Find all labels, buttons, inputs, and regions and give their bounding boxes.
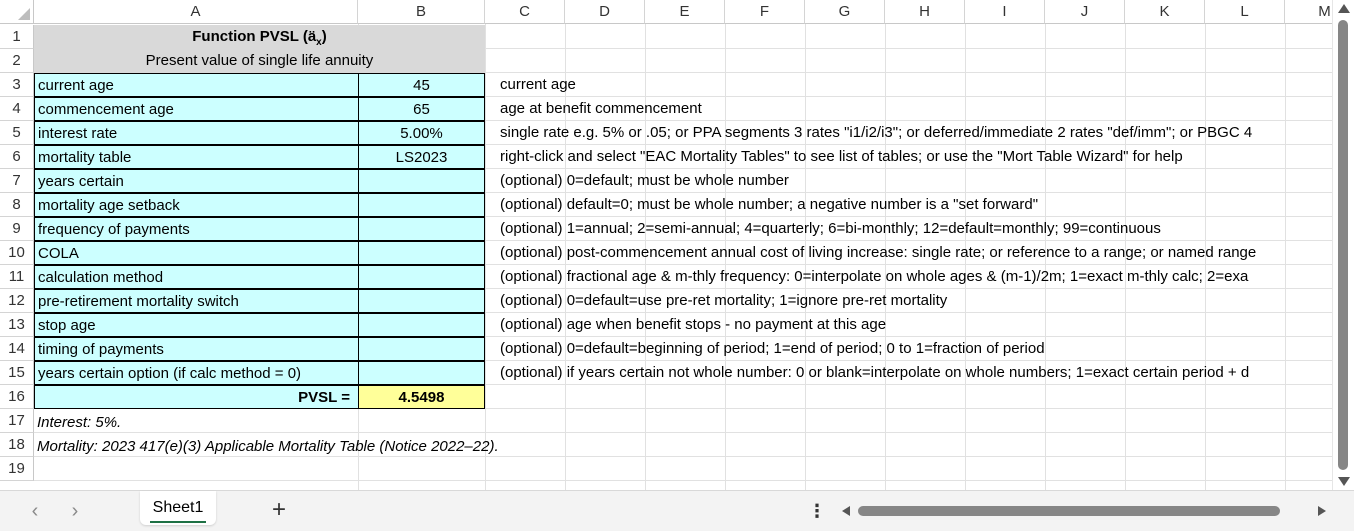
row-header-15[interactable]: 15 (0, 361, 34, 385)
parameter-value-cell[interactable] (358, 361, 485, 385)
select-all-corner[interactable] (0, 0, 34, 24)
parameter-value-cell[interactable] (358, 313, 485, 337)
column-header-m[interactable]: M (1285, 0, 1332, 24)
vertical-scrollbar[interactable] (1332, 0, 1354, 490)
sheet-tab-sheet1[interactable]: Sheet1 (140, 491, 216, 525)
parameter-description[interactable]: (optional) 0=default; must be whole numb… (497, 169, 1332, 193)
parameter-value-cell[interactable] (358, 169, 485, 193)
parameter-value-cell[interactable]: 45 (358, 73, 485, 97)
parameter-value-cell[interactable]: 5.00% (358, 121, 485, 145)
row-header-3[interactable]: 3 (0, 73, 34, 97)
column-header-a[interactable]: A (34, 0, 358, 24)
parameter-description[interactable]: current age (497, 73, 1332, 97)
result-label[interactable]: PVSL = (34, 385, 359, 409)
parameter-label[interactable]: interest rate (34, 121, 359, 145)
parameter-label[interactable]: commencement age (34, 97, 359, 121)
parameter-label[interactable]: COLA (34, 241, 359, 265)
row-header-7[interactable]: 7 (0, 169, 34, 193)
parameter-value-cell[interactable]: LS2023 (358, 145, 485, 169)
scroll-up-icon[interactable] (1338, 4, 1350, 13)
row-header-6[interactable]: 6 (0, 145, 34, 169)
sheet-tab-label: Sheet1 (152, 499, 204, 516)
parameter-description[interactable]: age at benefit commencement (497, 97, 1332, 121)
column-header-h[interactable]: H (885, 0, 965, 24)
mortality-note[interactable]: Mortality: 2023 417(e)(3) Applicable Mor… (34, 435, 934, 459)
parameter-description[interactable]: (optional) fractional age & m-thly frequ… (497, 265, 1332, 289)
parameter-value-cell[interactable] (358, 217, 485, 241)
parameter-description[interactable]: (optional) age when benefit stops - no p… (497, 313, 1332, 337)
row-header-2[interactable]: 2 (0, 49, 34, 73)
row-header-10[interactable]: 10 (0, 241, 34, 265)
spreadsheet-grid[interactable]: ABCDEFGHIJKLM 1 2 3 4 5 6 7 8 9 10 11 12 13 14 15 16 17 1… (0, 0, 1332, 490)
result-value-cell[interactable]: 4.5498 (358, 385, 485, 409)
function-subtitle[interactable]: Present value of single life annuity (34, 49, 485, 73)
column-header-e[interactable]: E (645, 0, 725, 24)
column-header-k[interactable]: K (1125, 0, 1205, 24)
parameter-label[interactable]: years certain (34, 169, 359, 193)
parameter-value-cell[interactable] (358, 289, 485, 313)
parameter-description[interactable]: (optional) 0=default=use pre-ret mortali… (497, 289, 1332, 313)
active-tab-indicator (150, 521, 206, 523)
parameter-label[interactable]: years certain option (if calc method = 0… (34, 361, 359, 385)
parameter-label[interactable]: calculation method (34, 265, 359, 289)
row-header-4[interactable]: 4 (0, 97, 34, 121)
vertical-scroll-thumb[interactable] (1338, 20, 1348, 470)
parameter-value-cell[interactable]: 65 (358, 97, 485, 121)
row-header-14[interactable]: 14 (0, 337, 34, 361)
row-header-1[interactable]: 1 (0, 25, 34, 49)
parameter-description[interactable]: (optional) if years certain not whole nu… (497, 361, 1332, 385)
scroll-down-icon[interactable] (1338, 477, 1350, 486)
interest-note[interactable]: Interest: 5%. (34, 411, 734, 435)
parameter-description[interactable]: (optional) 0=default=beginning of period… (497, 337, 1332, 361)
row-header-12[interactable]: 12 (0, 289, 34, 313)
parameter-label[interactable]: pre-retirement mortality switch (34, 289, 359, 313)
sheet-tab-bar: ‹ › Sheet1 + ⋮ (0, 490, 1354, 531)
previous-sheet-icon[interactable]: ‹ (22, 499, 48, 523)
parameter-description[interactable]: (optional) default=0; must be whole numb… (497, 193, 1332, 217)
row-header-19[interactable]: 19 (0, 457, 34, 481)
row-header-5[interactable]: 5 (0, 121, 34, 145)
parameter-value-cell[interactable] (358, 337, 485, 361)
row-header-9[interactable]: 9 (0, 217, 34, 241)
row-header-18[interactable]: 18 (0, 433, 34, 457)
row-header-11[interactable]: 11 (0, 265, 34, 289)
column-header-b[interactable]: B (358, 0, 485, 24)
parameter-value-cell[interactable] (358, 241, 485, 265)
column-header-d[interactable]: D (565, 0, 645, 24)
column-header-j[interactable]: J (1045, 0, 1125, 24)
column-header-f[interactable]: F (725, 0, 805, 24)
parameter-description[interactable]: (optional) post-commencement annual cost… (497, 241, 1332, 265)
parameter-label[interactable]: timing of payments (34, 337, 359, 361)
row-header-17[interactable]: 17 (0, 409, 34, 433)
parameter-label[interactable]: current age (34, 73, 359, 97)
parameter-value-cell[interactable] (358, 265, 485, 289)
scroll-left-icon[interactable] (842, 506, 850, 516)
column-header-c[interactable]: C (485, 0, 565, 24)
column-header-i[interactable]: I (965, 0, 1045, 24)
parameter-label[interactable]: stop age (34, 313, 359, 337)
column-header-l[interactable]: L (1205, 0, 1285, 24)
row-gridline (34, 480, 1332, 481)
parameter-value-cell[interactable] (358, 193, 485, 217)
horizontal-scroll-thumb[interactable] (858, 506, 1280, 516)
more-options-icon[interactable]: ⋮ (808, 499, 826, 523)
parameter-description[interactable]: single rate e.g. 5% or .05; or PPA segme… (497, 121, 1332, 145)
scroll-right-icon[interactable] (1318, 506, 1326, 516)
row-header-8[interactable]: 8 (0, 193, 34, 217)
function-title[interactable]: Function PVSL (äx) (34, 25, 485, 49)
parameter-description[interactable]: (optional) 1=annual; 2=semi-annual; 4=qu… (497, 217, 1332, 241)
parameter-description[interactable]: right-click and select "EAC Mortality Ta… (497, 145, 1332, 169)
parameter-label[interactable]: mortality age setback (34, 193, 359, 217)
add-sheet-icon[interactable]: + (266, 496, 292, 524)
select-all-triangle-icon (18, 8, 30, 20)
row-header-16[interactable]: 16 (0, 385, 34, 409)
horizontal-scrollbar[interactable] (836, 500, 1332, 522)
row-header-13[interactable]: 13 (0, 313, 34, 337)
parameter-label[interactable]: mortality table (34, 145, 359, 169)
column-header-g[interactable]: G (805, 0, 885, 24)
next-sheet-icon[interactable]: › (62, 499, 88, 523)
parameter-label[interactable]: frequency of payments (34, 217, 359, 241)
